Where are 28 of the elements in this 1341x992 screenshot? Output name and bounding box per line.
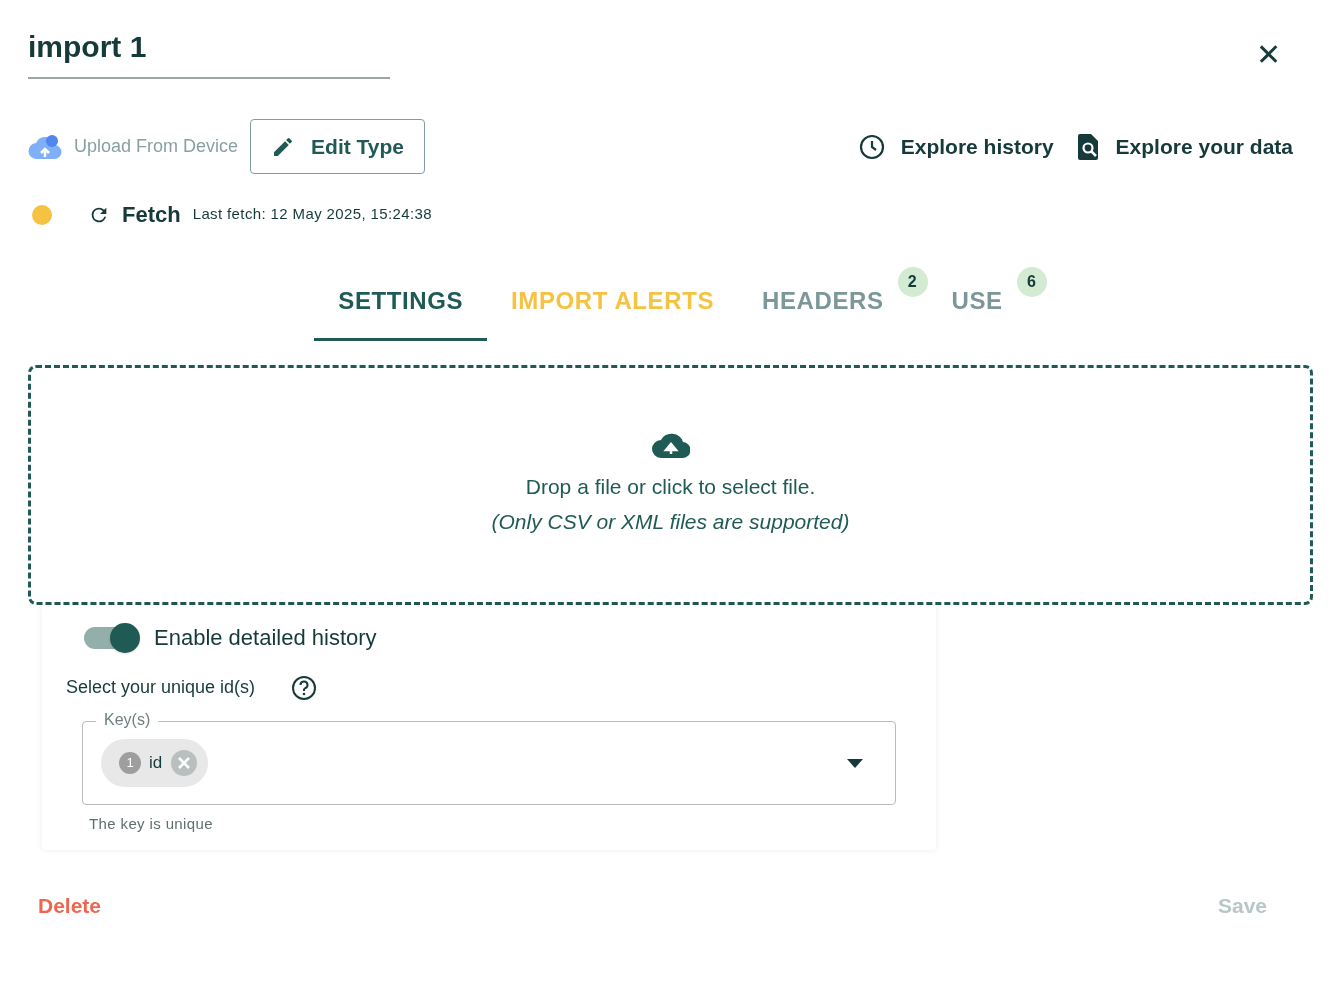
dropdown-caret-icon[interactable]: [847, 758, 863, 768]
drop-instruction: Drop a file or click to select file.: [525, 473, 816, 500]
unique-id-label: Select your unique id(s): [66, 676, 256, 699]
tab[interactable]: SETTINGS: [314, 267, 488, 341]
key-chip[interactable]: 1 id: [101, 739, 209, 787]
cloud-upload-icon: [651, 432, 690, 459]
tab[interactable]: HEADERS 2: [738, 267, 928, 341]
supported-formats-note: (Only CSV or XML files are supported): [491, 509, 850, 535]
file-drop-zone[interactable]: Drop a file or click to select file. (Only CSV or XML files are supported): [28, 365, 1313, 605]
toggle-switch[interactable]: [84, 621, 138, 654]
helper-text: The key is unique: [89, 814, 214, 834]
document-search-icon: [1077, 133, 1100, 160]
chip-label: id: [149, 752, 163, 775]
order-badge: 1: [119, 752, 141, 774]
last-fetch-text: Last fetch: 12 May 2025, 15:24:38: [192, 204, 432, 225]
fetch-button[interactable]: Fetch: [88, 198, 181, 231]
title-field[interactable]: import 1: [28, 24, 390, 79]
count-badge: 6: [1016, 267, 1047, 297]
cloud-upload-icon: [28, 132, 62, 161]
close-button[interactable]: ✕: [1256, 40, 1281, 70]
count-badge: 2: [897, 267, 928, 297]
clock-icon: [858, 133, 885, 160]
help-icon[interactable]: [291, 674, 318, 701]
explore-history-button[interactable]: Explore history: [858, 130, 1054, 163]
edit-type-button[interactable]: Edit Type: [250, 119, 425, 174]
toggle-label: Enable detailed history: [154, 624, 377, 652]
tab[interactable]: USE 6: [927, 267, 1047, 341]
explore-data-button[interactable]: Explore your data: [1077, 130, 1293, 163]
